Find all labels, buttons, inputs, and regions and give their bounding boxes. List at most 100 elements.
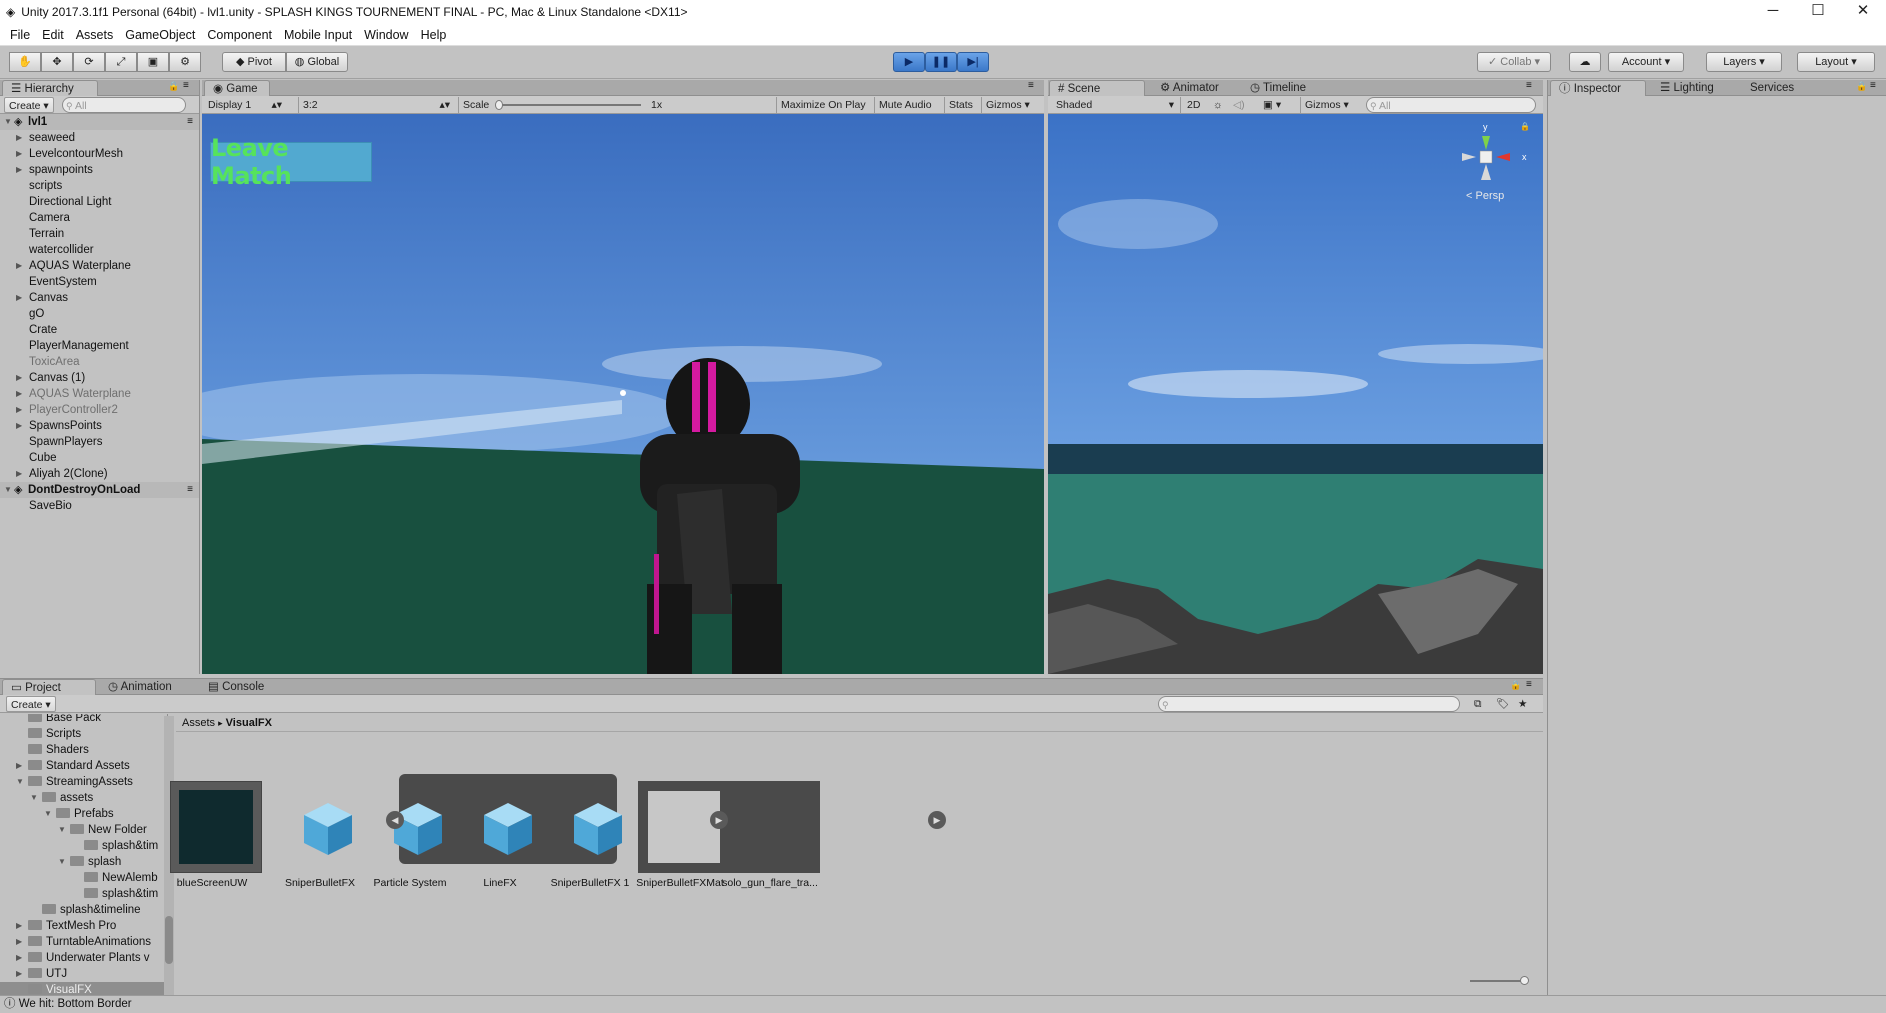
project-search-input[interactable]: ⚲ xyxy=(1158,696,1460,712)
chevron-right-icon[interactable]: ▶ xyxy=(16,950,22,966)
project-folder-row[interactable]: ▶ TextMesh Pro xyxy=(0,918,164,934)
mute-audio-toggle[interactable]: Mute Audio xyxy=(874,97,936,113)
stats-toggle[interactable]: Stats xyxy=(944,97,977,113)
hierarchy-item[interactable]: scripts xyxy=(0,178,199,194)
breadcrumb-assets[interactable]: Assets xyxy=(182,717,215,729)
scene-viewport[interactable]: y x < Persp 🔒 xyxy=(1048,114,1543,674)
chevron-down-icon[interactable]: ▼ xyxy=(58,822,66,838)
expand-arrow-icon[interactable]: ▶ xyxy=(710,811,728,829)
hierarchy-item[interactable]: ▶ SpawnsPoints xyxy=(0,418,199,434)
scene-search-input[interactable]: ⚲ All xyxy=(1366,97,1536,113)
effects-dropdown-icon[interactable]: ▣ ▾ xyxy=(1258,97,1286,113)
project-folder-row[interactable]: Scripts xyxy=(0,726,164,742)
project-folder-row[interactable]: ▼ New Folder xyxy=(0,822,164,838)
lock-icon[interactable]: 🔒 xyxy=(168,81,179,92)
gizmo-lock-icon[interactable]: 🔒 xyxy=(1520,122,1530,131)
project-folder-row[interactable]: ▶ Underwater Plants v xyxy=(0,950,164,966)
hierarchy-item[interactable]: ▶ spawnpoints xyxy=(0,162,199,178)
project-folder-row[interactable]: VisualFX xyxy=(0,982,164,996)
chevron-down-icon[interactable]: ▼ xyxy=(4,482,12,498)
cloud-button[interactable]: ☁ xyxy=(1569,52,1601,72)
hierarchy-item[interactable]: EventSystem xyxy=(0,274,199,290)
scene-menu-icon[interactable]: ≡ xyxy=(187,114,193,130)
tab-inspector[interactable]: ⓘ Inspector xyxy=(1550,80,1646,96)
tree-scrollbar-thumb[interactable] xyxy=(165,916,173,964)
filter-type-icon[interactable]: ⧉ xyxy=(1474,696,1482,712)
expand-arrow-icon[interactable]: ◀ xyxy=(386,811,404,829)
hierarchy-item[interactable]: watercollider xyxy=(0,242,199,258)
menu-assets[interactable]: Assets xyxy=(76,28,114,42)
menu-mobile-input[interactable]: Mobile Input xyxy=(284,28,352,42)
hierarchy-item[interactable]: gO xyxy=(0,306,199,322)
tab-lighting[interactable]: ☰ Lighting xyxy=(1652,80,1722,96)
project-folder-row[interactable]: ▼ assets xyxy=(0,790,164,806)
icon-size-slider[interactable] xyxy=(1470,976,1529,985)
filter-label-icon[interactable]: 🏷 xyxy=(1496,696,1509,712)
chevron-right-icon[interactable]: ▶ xyxy=(16,386,22,402)
chevron-right-icon[interactable]: ▶ xyxy=(16,418,22,434)
tab-timeline[interactable]: ◷ Timeline xyxy=(1242,80,1314,96)
hand-tool-icon[interactable]: ✋ xyxy=(9,52,41,72)
scale-slider[interactable]: Scale xyxy=(458,97,648,113)
panel-menu-icon[interactable]: ≡ xyxy=(1526,80,1532,91)
collab-dropdown[interactable]: ✓ Collab ▾ xyxy=(1477,52,1551,72)
tab-services[interactable]: Services xyxy=(1742,80,1802,96)
hierarchy-item[interactable]: ▶ AQUAS Waterplane xyxy=(0,386,199,402)
scene-menu-icon[interactable]: ≡ xyxy=(187,482,193,498)
hierarchy-item[interactable]: ▶ Canvas xyxy=(0,290,199,306)
favorites-icon[interactable]: ★ xyxy=(1518,696,1527,712)
hierarchy-item[interactable]: ▶ Canvas (1) xyxy=(0,370,199,386)
hierarchy-search-input[interactable]: ⚲ All xyxy=(62,97,186,113)
lock-icon[interactable]: 🔒 xyxy=(1510,680,1521,691)
tab-console[interactable]: ▤ Console xyxy=(200,679,272,695)
asset-item[interactable]: SniperBulletFX 1 xyxy=(542,777,638,889)
hierarchy-scene-row[interactable]: ▼ ◈ DontDestroyOnLoad ≡ xyxy=(0,482,199,498)
minimize-icon[interactable]: ─ xyxy=(1750,0,1796,24)
tab-animator[interactable]: ⚙ Animator xyxy=(1152,80,1227,96)
hierarchy-scene-row[interactable]: ▼ ◈ lvl1 ≡ xyxy=(0,114,199,130)
menu-help[interactable]: Help xyxy=(421,28,447,42)
menu-component[interactable]: Component xyxy=(207,28,272,42)
chevron-right-icon[interactable]: ▶ xyxy=(16,146,22,162)
hierarchy-item[interactable]: PlayerManagement xyxy=(0,338,199,354)
hierarchy-item[interactable]: Terrain xyxy=(0,226,199,242)
gizmos-toggle[interactable]: Gizmos ▾ xyxy=(981,97,1034,113)
project-folder-row[interactable]: ▶ UTJ xyxy=(0,966,164,982)
panel-menu-icon[interactable]: ≡ xyxy=(183,80,189,91)
global-toggle[interactable]: ◍ Global xyxy=(286,52,348,72)
move-tool-icon[interactable]: ✥ xyxy=(41,52,73,72)
tab-scene[interactable]: # Scene xyxy=(1049,80,1145,96)
expand-arrow-icon[interactable]: ▶ xyxy=(928,811,946,829)
breadcrumb-visualfx[interactable]: VisualFX xyxy=(226,717,272,729)
hierarchy-item[interactable]: ▶ LevelcontourMesh xyxy=(0,146,199,162)
chevron-right-icon[interactable]: ▶ xyxy=(16,918,22,934)
pause-button[interactable]: ❚❚ xyxy=(925,52,957,72)
chevron-right-icon[interactable]: ▶ xyxy=(16,370,22,386)
tab-hierarchy[interactable]: ☰ Hierarchy xyxy=(2,80,98,96)
project-folder-row[interactable]: ▼ splash xyxy=(0,854,164,870)
leave-match-button[interactable]: Leave Match xyxy=(210,134,372,190)
maximize-icon[interactable]: ☐ xyxy=(1795,0,1841,24)
panel-menu-icon[interactable]: ≡ xyxy=(1028,80,1034,91)
account-dropdown[interactable]: Account ▾ xyxy=(1608,52,1684,72)
step-button[interactable]: ▶| xyxy=(957,52,989,72)
tab-game[interactable]: ◉ Game xyxy=(204,80,270,96)
tab-animation[interactable]: ◷ Animation xyxy=(100,679,180,695)
asset-item[interactable]: solo_gun_flare_tra... xyxy=(722,777,820,889)
asset-item[interactable]: Particle System xyxy=(362,777,458,889)
hierarchy-item[interactable]: ▶ Aliyah 2(Clone) xyxy=(0,466,199,482)
chevron-down-icon[interactable]: ▼ xyxy=(30,790,38,806)
chevron-right-icon[interactable]: ▶ xyxy=(16,466,22,482)
project-folder-row[interactable]: ▶ TurntableAnimations xyxy=(0,934,164,950)
project-folder-row[interactable]: splash&timeline xyxy=(0,902,164,918)
chevron-right-icon[interactable]: ▶ xyxy=(16,130,22,146)
transform-tool-icon[interactable]: ⚙ xyxy=(169,52,201,72)
scale-thumb[interactable] xyxy=(495,100,503,110)
aspect-dropdown[interactable]: 3:2 ▴▾ xyxy=(298,97,454,113)
chevron-right-icon[interactable]: ▶ xyxy=(16,966,22,982)
chevron-right-icon[interactable]: ▶ xyxy=(16,934,22,950)
project-folder-row[interactable]: Base Pack xyxy=(0,714,164,726)
project-folder-row[interactable]: ▼ Prefabs xyxy=(0,806,164,822)
menu-file[interactable]: File xyxy=(10,28,30,42)
tab-project[interactable]: ▭ Project xyxy=(2,679,96,695)
